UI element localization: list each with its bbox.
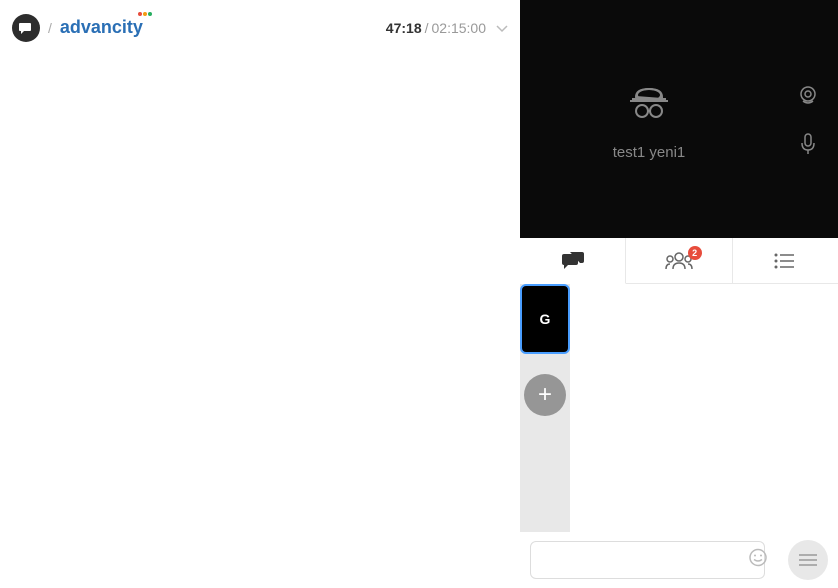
back-button[interactable]: [12, 14, 40, 42]
speech-bubble-icon: [18, 21, 34, 35]
send-button[interactable]: [788, 540, 828, 580]
video-main: test1 yeni1: [520, 0, 778, 238]
add-chat-button[interactable]: +: [524, 374, 566, 416]
tab-participants[interactable]: 2: [626, 238, 732, 284]
input-wrapper: [530, 541, 778, 579]
emoji-icon[interactable]: [748, 548, 768, 573]
right-panel: test1 yeni1: [520, 0, 838, 588]
timer-total: 02:15:00: [432, 20, 487, 36]
anonymous-user-icon: [624, 77, 674, 132]
tab-bar: 2: [520, 238, 838, 284]
separator: /: [48, 20, 52, 36]
header-bar: / advancity 47:18 / 02:15:00: [0, 0, 520, 55]
video-user-name: test1 yeni1: [613, 144, 686, 161]
microphone-icon[interactable]: [799, 132, 817, 161]
chat-sidebar: G +: [520, 284, 570, 532]
brand-text: advancity: [60, 17, 143, 37]
message-input[interactable]: [530, 541, 765, 579]
camera-icon[interactable]: [797, 85, 819, 112]
tab-list[interactable]: [733, 238, 838, 284]
timer-current: 47:18: [386, 20, 422, 36]
chat-input-area: [520, 532, 838, 588]
menu-lines-icon: [799, 553, 817, 567]
video-area: test1 yeni1: [520, 0, 838, 238]
chat-body: G +: [520, 284, 838, 532]
brand-dots: [138, 12, 152, 16]
brand-logo: advancity: [60, 17, 143, 38]
chat-group-tile[interactable]: G: [520, 284, 570, 354]
timer-separator: /: [425, 20, 429, 36]
video-controls: [778, 0, 838, 238]
timer: 47:18 / 02:15:00: [386, 20, 508, 36]
chevron-down-icon[interactable]: [496, 20, 508, 36]
list-icon: [774, 253, 796, 269]
participants-badge: 2: [688, 246, 702, 260]
chat-icon: [561, 251, 585, 271]
chat-messages: [570, 284, 838, 532]
tab-chat[interactable]: [520, 238, 626, 284]
